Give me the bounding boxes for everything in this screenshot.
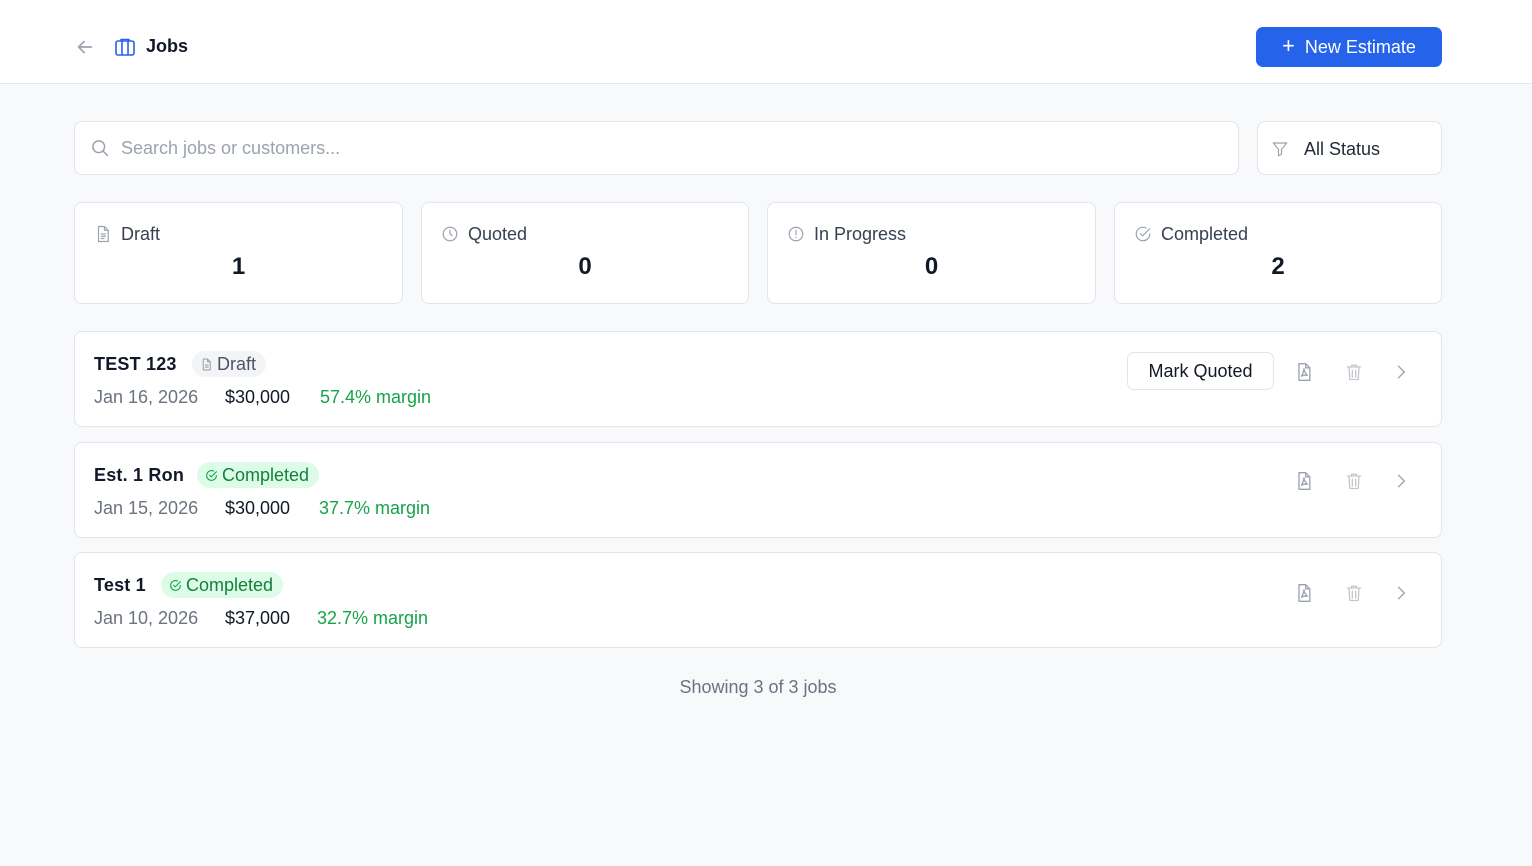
job-date: Jan 10, 2026: [94, 608, 199, 628]
stat-value: 0: [924, 253, 939, 280]
trash-icon[interactable]: [1344, 583, 1364, 603]
top-header: Jobs + New Estimate: [0, 0, 1532, 84]
search-box: [74, 121, 1239, 175]
job-row[interactable]: Est. 1 Ron Completed Jan 15, 2026 $30,00…: [74, 442, 1442, 538]
filter-icon: [1272, 142, 1288, 157]
job-amount: $37,000: [225, 608, 291, 628]
status-badge-label: Draft: [217, 353, 257, 374]
job-name: Est. 1 Ron: [94, 465, 185, 485]
stat-value: 1: [231, 253, 246, 280]
chevron-right-icon[interactable]: [1391, 583, 1411, 603]
page-title: Jobs: [146, 36, 189, 56]
stat-label: Draft: [121, 224, 161, 244]
document-icon: [202, 358, 211, 370]
clock-icon: [442, 226, 458, 242]
job-row[interactable]: Test 1 Completed Jan 10, 2026 $37,000 32…: [74, 552, 1442, 648]
new-estimate-button[interactable]: + New Estimate: [1256, 27, 1442, 67]
mark-quoted-button[interactable]: Mark Quoted: [1127, 352, 1274, 390]
chevron-right-icon[interactable]: [1391, 362, 1411, 382]
document-icon: [97, 225, 109, 243]
job-date: Jan 16, 2026: [94, 387, 199, 407]
alert-circle-icon: [788, 226, 804, 242]
stat-label: In Progress: [814, 224, 907, 244]
trash-icon[interactable]: [1344, 362, 1364, 382]
stat-card-draft[interactable]: Draft 1: [74, 202, 403, 304]
job-name: TEST 123: [94, 354, 177, 374]
status-badge-label: Completed: [186, 574, 274, 595]
trash-icon[interactable]: [1344, 471, 1364, 491]
job-amount: $30,000: [225, 498, 291, 518]
status-badge: Completed: [161, 572, 284, 598]
check-circle-icon: [1135, 226, 1151, 242]
check-circle-icon: [206, 469, 217, 481]
pdf-icon[interactable]: [1294, 583, 1314, 603]
search-input[interactable]: [121, 130, 1221, 166]
pdf-icon[interactable]: [1294, 471, 1314, 491]
job-row[interactable]: TEST 123 Draft Jan 16, 2026 $30,000 57.4…: [74, 331, 1442, 427]
job-margin: 32.7% margin: [317, 608, 429, 628]
stat-card-completed[interactable]: Completed 2: [1114, 202, 1442, 304]
chevron-right-icon[interactable]: [1391, 471, 1411, 491]
back-arrow-icon[interactable]: [74, 36, 96, 58]
pdf-icon[interactable]: [1294, 362, 1314, 382]
stat-value: 0: [578, 253, 592, 280]
status-badge: Completed: [197, 462, 320, 488]
status-badge-label: Completed: [222, 464, 310, 485]
search-icon: [92, 140, 109, 157]
job-name: Test 1: [94, 575, 146, 595]
status-badge: Draft: [192, 351, 267, 377]
new-estimate-label: New Estimate: [1304, 36, 1416, 57]
status-filter-select[interactable]: All Status: [1257, 121, 1442, 175]
stat-value: 2: [1271, 253, 1285, 280]
stat-card-in-progress[interactable]: In Progress 0: [767, 202, 1096, 304]
stat-label: Completed: [1161, 224, 1249, 244]
stat-card-quoted[interactable]: Quoted 0: [421, 202, 749, 304]
briefcase-icon: [115, 38, 135, 56]
plus-icon: +: [1282, 33, 1295, 58]
job-amount: $30,000: [225, 387, 291, 407]
job-margin: 57.4% margin: [320, 387, 432, 407]
stat-label: Quoted: [468, 224, 528, 244]
job-margin: 37.7% margin: [319, 498, 431, 518]
check-circle-icon: [170, 579, 181, 591]
results-count: Showing 3 of 3 jobs: [679, 677, 837, 697]
job-date: Jan 15, 2026: [94, 498, 199, 518]
status-filter-value: All Status: [1304, 139, 1381, 159]
